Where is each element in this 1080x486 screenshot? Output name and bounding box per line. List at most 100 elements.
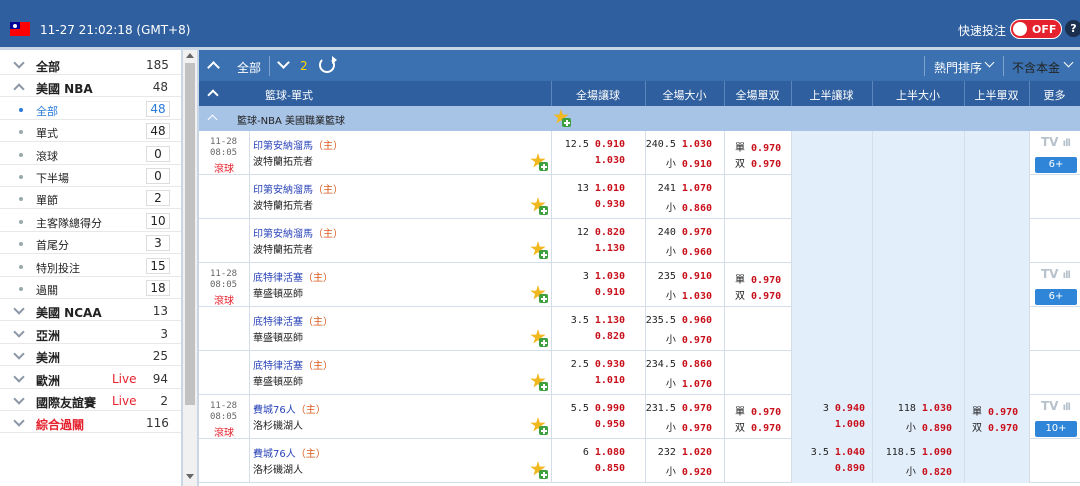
odds-value[interactable]: 1.030 [595, 271, 625, 282]
chevron-up-icon[interactable] [13, 83, 25, 96]
full-hdp-away[interactable]: 0.950 [551, 419, 625, 430]
more-bets-button[interactable]: 6+ [1035, 157, 1077, 173]
full-ou-over[interactable]: 235 0.910 [645, 271, 712, 282]
odds-value[interactable]: 0.890 [922, 423, 952, 434]
full-odd[interactable]: 單 0.970 [735, 139, 781, 154]
half-hdp-home[interactable]: 3 0.940 [791, 403, 865, 414]
odds-value[interactable]: 0.990 [595, 403, 625, 414]
sidebar-item[interactable]: 首尾分 3 [0, 232, 181, 255]
half-ou-under[interactable]: 小 0.890 [872, 419, 952, 434]
odds-value[interactable]: 0.970 [751, 423, 781, 434]
odds-value[interactable]: 0.920 [682, 467, 712, 478]
odds-value[interactable]: 0.970 [751, 291, 781, 302]
full-hdp-away[interactable]: 0.930 [551, 199, 625, 210]
full-hdp-away[interactable]: 0.820 [551, 331, 625, 342]
home-team[interactable]: 費城76人（主） [253, 401, 326, 416]
half-ou-under[interactable]: 小 0.820 [872, 463, 952, 478]
odds-format-dropdown[interactable]: 不含本金 [1012, 59, 1060, 76]
sidebar-item[interactable]: 綜合過關 116 [0, 411, 181, 434]
chevron-down-icon[interactable] [984, 57, 995, 68]
full-hdp-home[interactable]: 6 1.080 [551, 447, 625, 458]
sidebar-item[interactable]: 亞洲 3 [0, 322, 181, 344]
odds-value[interactable]: 0.950 [595, 419, 625, 430]
away-team[interactable]: 華盛頓巫師 [253, 373, 303, 388]
half-odd[interactable]: 單 0.970 [972, 403, 1018, 418]
sidebar-item[interactable]: 全部 48 [0, 98, 181, 120]
odds-value[interactable]: 1.040 [835, 447, 865, 458]
odds-value[interactable]: 0.910 [595, 287, 625, 298]
odds-value[interactable]: 1.130 [595, 315, 625, 326]
chevron-down-icon[interactable] [13, 348, 25, 360]
help-icon[interactable]: ? [1065, 20, 1080, 37]
odds-value[interactable]: 0.820 [595, 331, 625, 342]
half-hdp-home[interactable]: 3.5 1.040 [791, 447, 865, 458]
full-ou-over[interactable]: 231.5 0.970 [645, 403, 712, 414]
odds-value[interactable]: 1.000 [835, 419, 865, 430]
more-bets-button[interactable]: 10+ [1035, 421, 1077, 437]
away-team[interactable]: 波特蘭拓荒者 [253, 153, 313, 168]
home-team[interactable]: 印第安納溜馬（主） [253, 137, 343, 152]
full-ou-over[interactable]: 240 0.970 [645, 227, 712, 238]
away-team[interactable]: 華盛頓巫師 [253, 329, 303, 344]
odds-value[interactable]: 0.890 [835, 463, 865, 474]
full-ou-under[interactable]: 小 1.030 [645, 287, 712, 302]
all-filter-button[interactable]: 全部 [237, 59, 261, 76]
collapse-all-icon[interactable] [207, 61, 220, 74]
add-favorite-icon[interactable] [530, 329, 548, 347]
full-ou-over[interactable]: 241 1.070 [645, 183, 712, 194]
full-hdp-home[interactable]: 2.5 0.930 [551, 359, 625, 370]
sidebar-item[interactable]: 美國 NBA 48 [0, 75, 181, 98]
home-team[interactable]: 底特律活塞（主） [253, 313, 333, 328]
half-ou-over[interactable]: 118 1.030 [872, 403, 952, 414]
sidebar-item[interactable]: 國際友誼賽 Live 2 [0, 389, 181, 411]
chevron-down-icon[interactable] [13, 393, 25, 405]
chevron-down-icon[interactable] [13, 415, 25, 428]
home-team[interactable]: 印第安納溜馬（主） [253, 181, 343, 196]
scrollbar-thumb[interactable] [185, 63, 195, 405]
odds-value[interactable]: 1.080 [595, 447, 625, 458]
odds-value[interactable]: 1.010 [595, 183, 625, 194]
odds-value[interactable]: 1.090 [922, 447, 952, 458]
tv-icon[interactable]: TV ıll [1041, 267, 1071, 281]
quick-bet-toggle[interactable]: OFF [1010, 19, 1062, 39]
sort-dropdown[interactable]: 熱門排序 [934, 59, 982, 76]
scroll-up-arrow-icon[interactable] [186, 53, 194, 58]
full-hdp-home[interactable]: 3 1.030 [551, 271, 625, 282]
full-odd[interactable]: 單 0.970 [735, 271, 781, 286]
full-hdp-away[interactable]: 1.030 [551, 155, 625, 166]
full-ou-over[interactable]: 240.5 1.030 [645, 139, 712, 150]
odds-value[interactable]: 0.970 [751, 143, 781, 154]
sidebar-item[interactable]: 全部 185 [0, 53, 181, 75]
full-hdp-home[interactable]: 12 0.820 [551, 227, 625, 238]
sidebar-item[interactable]: 下半場 0 [0, 165, 181, 187]
full-hdp-away[interactable]: 1.130 [551, 243, 625, 254]
odds-value[interactable]: 1.070 [682, 183, 712, 194]
chevron-down-icon[interactable] [13, 303, 25, 316]
add-favorite-icon[interactable] [530, 461, 548, 479]
odds-value[interactable]: 0.940 [835, 403, 865, 414]
away-team[interactable]: 波特蘭拓荒者 [253, 197, 313, 212]
full-ou-over[interactable]: 234.5 0.860 [645, 359, 712, 370]
sidebar-item[interactable]: 主客隊總得分 10 [0, 210, 181, 232]
full-ou-under[interactable]: 小 0.860 [645, 199, 712, 214]
odds-value[interactable]: 0.930 [595, 359, 625, 370]
full-ou-over[interactable]: 235.5 0.960 [645, 315, 712, 326]
add-favorite-icon[interactable] [530, 417, 548, 435]
odds-value[interactable]: 1.030 [595, 155, 625, 166]
odds-value[interactable]: 1.070 [682, 379, 712, 390]
add-favorite-icon[interactable] [530, 153, 548, 171]
odds-value[interactable]: 0.970 [751, 159, 781, 170]
odds-value[interactable]: 0.850 [595, 463, 625, 474]
sidebar-item[interactable]: 單節 2 [0, 187, 181, 210]
home-team[interactable]: 印第安納溜馬（主） [253, 225, 343, 240]
full-ou-over[interactable]: 232 1.020 [645, 447, 712, 458]
odds-value[interactable]: 0.970 [751, 275, 781, 286]
chevron-down-icon[interactable] [13, 326, 25, 338]
sidebar-item[interactable]: 滾球 0 [0, 143, 181, 165]
odds-value[interactable]: 0.970 [988, 423, 1018, 434]
add-favorite-icon[interactable] [530, 241, 548, 259]
refresh-icon[interactable] [319, 56, 337, 73]
odds-value[interactable]: 0.860 [682, 203, 712, 214]
odds-value[interactable]: 0.970 [751, 407, 781, 418]
odds-value[interactable]: 0.910 [682, 159, 712, 170]
